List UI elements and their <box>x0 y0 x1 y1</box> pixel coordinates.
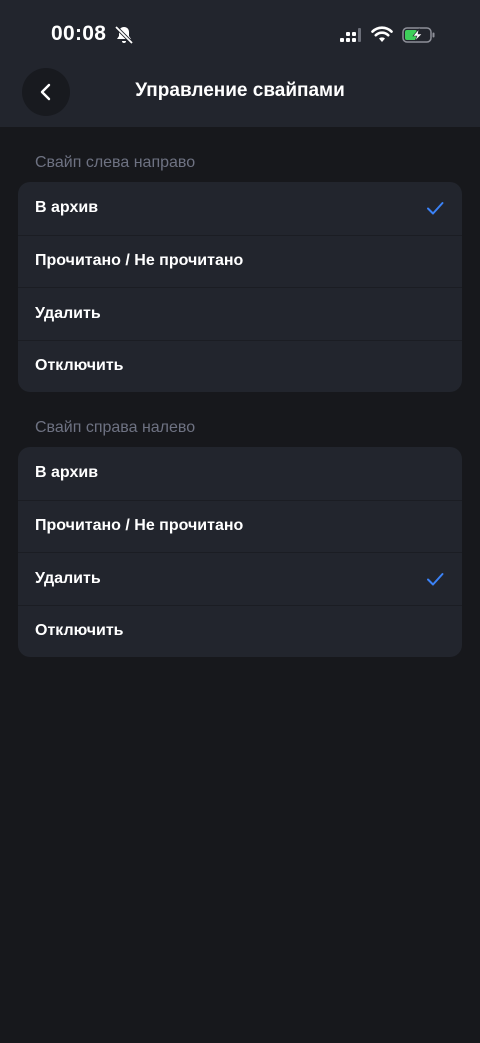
option-row[interactable]: Отключить <box>18 604 462 658</box>
swipe-left-to-right-options: В архив Прочитано / Не прочитано Удалить… <box>18 182 462 392</box>
option-row[interactable]: Прочитано / Не прочитано <box>18 234 462 288</box>
page-title: Управление свайпами <box>135 80 345 101</box>
option-label: Удалить <box>35 304 101 322</box>
option-label: Прочитано / Не прочитано <box>35 517 244 535</box>
section-title-left-to-right: Свайп слева направо <box>35 154 196 171</box>
option-label: Прочитано / Не прочитано <box>35 252 244 270</box>
app-header: 00:08 Управление свайпами <box>0 0 480 127</box>
swipe-right-to-left-options: В архив Прочитано / Не прочитано Удалить… <box>18 447 462 657</box>
option-row[interactable]: В архив <box>18 182 462 235</box>
checkmark-icon <box>427 572 444 586</box>
status-time: 00:08 <box>51 22 107 45</box>
option-row[interactable]: Прочитано / Не прочитано <box>18 499 462 553</box>
battery-charging-icon <box>402 27 435 43</box>
option-label: Отключить <box>35 622 124 640</box>
option-row[interactable]: Отключить <box>18 339 462 393</box>
option-label: В архив <box>35 464 99 482</box>
option-label: Удалить <box>35 569 101 587</box>
option-row[interactable]: В архив <box>18 447 462 500</box>
option-row[interactable]: Удалить <box>18 287 462 340</box>
bell-off-icon <box>114 25 134 45</box>
status-bar: 00:08 <box>0 0 480 70</box>
option-label: Отключить <box>35 357 124 375</box>
cellular-signal-icon <box>340 28 361 42</box>
wifi-icon <box>371 26 393 42</box>
option-row[interactable]: Удалить <box>18 552 462 605</box>
checkmark-icon <box>427 202 444 215</box>
option-label: В архив <box>35 199 99 217</box>
section-title-right-to-left: Свайп справа налево <box>35 419 196 436</box>
